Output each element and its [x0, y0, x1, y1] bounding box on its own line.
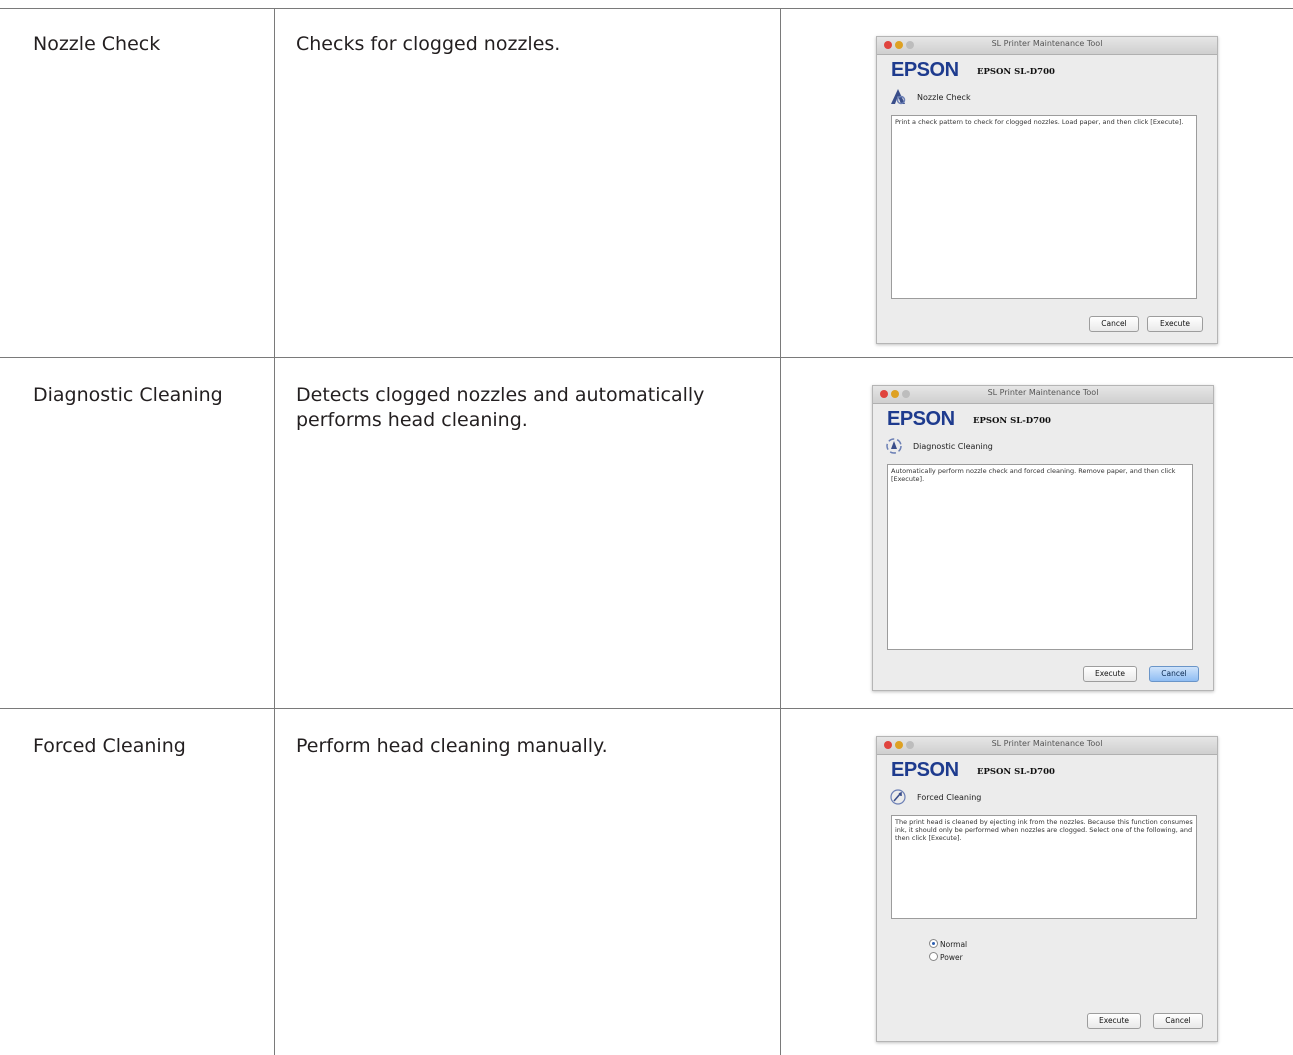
cancel-button[interactable]: Cancel [1149, 666, 1199, 682]
window-title: SL Printer Maintenance Tool [991, 39, 1103, 48]
execute-button[interactable]: Execute [1147, 316, 1203, 332]
cancel-button[interactable]: Cancel [1089, 316, 1139, 332]
radio-unselected-icon [929, 952, 938, 961]
column-divider [780, 8, 781, 1055]
radio-label: Power [940, 953, 963, 962]
feature-name: Nozzle Check [33, 33, 161, 55]
radio-normal[interactable]: Normal [929, 939, 967, 949]
feature-description: Detects clogged nozzles and automaticall… [296, 384, 705, 431]
function-description-box: Print a check pattern to check for clogg… [891, 115, 1197, 299]
maintenance-dialog-screenshot: SL Printer Maintenance Tool EPSON EPSON … [872, 385, 1214, 691]
nozzle-check-icon [891, 89, 906, 105]
printer-model: EPSON SL-D700 [973, 416, 1051, 426]
epson-logo: EPSON [887, 408, 955, 430]
function-description-box: Automatically perform nozzle check and f… [887, 464, 1193, 650]
diagnostic-cleaning-icon [886, 438, 902, 454]
title-bar: SL Printer Maintenance Tool [873, 386, 1213, 404]
window-title: SL Printer Maintenance Tool [987, 388, 1099, 397]
feature-table: Nozzle Check Checks for clogged nozzles.… [0, 0, 1293, 1055]
feature-description: Checks for clogged nozzles. [296, 33, 561, 55]
printer-model: EPSON SL-D700 [977, 67, 1055, 77]
radio-label: Normal [940, 940, 968, 949]
title-bar: SL Printer Maintenance Tool [877, 37, 1217, 55]
function-name: Forced Cleaning [917, 793, 982, 802]
function-name: Nozzle Check [917, 93, 971, 102]
radio-power[interactable]: Power [929, 952, 963, 962]
epson-logo: EPSON [891, 759, 959, 781]
table-border-top [0, 8, 1293, 9]
cancel-button[interactable]: Cancel [1153, 1013, 1203, 1029]
feature-description: Perform head cleaning manually. [296, 735, 608, 757]
function-description-box: The print head is cleaned by ejecting in… [891, 815, 1197, 919]
execute-button[interactable]: Execute [1087, 1013, 1141, 1029]
forced-cleaning-icon [890, 789, 906, 805]
maintenance-dialog-screenshot: SL Printer Maintenance Tool EPSON EPSON … [876, 736, 1218, 1042]
row-divider [0, 357, 1293, 358]
feature-name: Forced Cleaning [33, 735, 186, 757]
maintenance-dialog-screenshot: SL Printer Maintenance Tool EPSON EPSON … [876, 36, 1218, 344]
function-name: Diagnostic Cleaning [913, 442, 993, 451]
window-title: SL Printer Maintenance Tool [991, 739, 1103, 748]
radio-selected-icon [929, 939, 938, 948]
row-divider [0, 708, 1293, 709]
epson-logo: EPSON [891, 59, 959, 81]
printer-model: EPSON SL-D700 [977, 767, 1055, 777]
feature-name: Diagnostic Cleaning [33, 384, 223, 406]
title-bar: SL Printer Maintenance Tool [877, 737, 1217, 755]
execute-button[interactable]: Execute [1083, 666, 1137, 682]
column-divider [274, 8, 275, 1055]
